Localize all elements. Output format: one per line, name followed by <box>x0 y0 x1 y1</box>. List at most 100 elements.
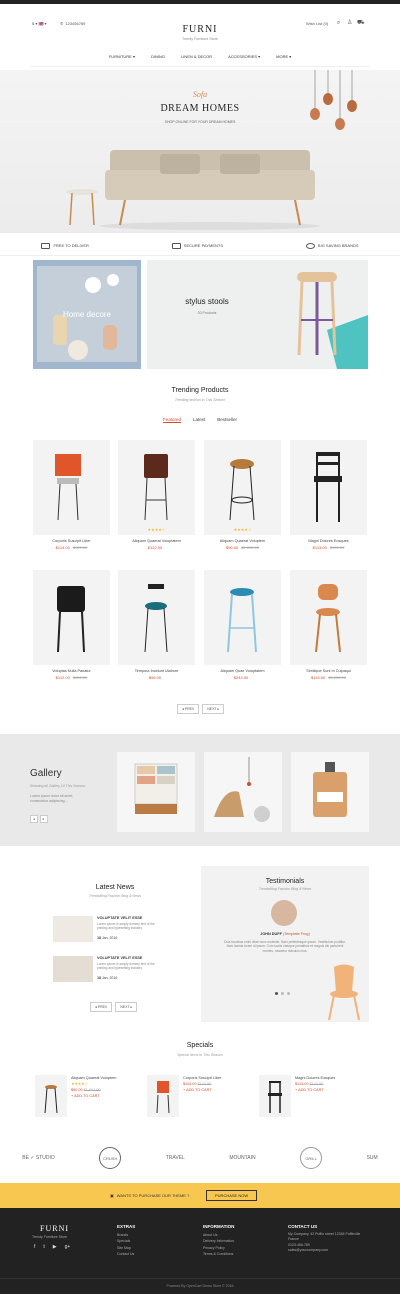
news-subtitle: Trendslifing Fashion Blog & News <box>88 894 142 898</box>
news-title: Latest News <box>95 884 135 891</box>
tab-latest[interactable]: Latest <box>193 417 205 423</box>
news-image[interactable] <box>53 916 93 942</box>
product-image[interactable]: ★★★★☆ <box>118 440 195 535</box>
product-price: $122.00 <box>147 545 163 550</box>
product-card[interactable]: Similique Sunt In Culpaqui $113.00 $1,202… <box>290 570 367 690</box>
special-image[interactable] <box>259 1075 291 1117</box>
product-name[interactable]: Magni Dolores Eosques <box>290 539 367 543</box>
nav-item-accessories[interactable]: ACCESSORIES ▾ <box>228 54 260 62</box>
footer-link[interactable]: Terms & Conditions <box>203 1251 234 1257</box>
brand-logo[interactable]: CRUSH <box>99 1147 122 1169</box>
gallery-image[interactable] <box>117 752 195 832</box>
google-plus-icon[interactable]: g+ <box>65 1244 71 1250</box>
user-icon[interactable]: ♙ <box>347 20 352 27</box>
product-image[interactable] <box>33 440 110 535</box>
product-name[interactable]: Voluptas Nulla Pariatur <box>33 669 110 673</box>
product-image[interactable] <box>118 570 195 665</box>
copyright: Powered By OpenCart Demo Store © 2016 <box>166 1284 234 1288</box>
banner-stools-sub: 20 Products <box>197 311 217 315</box>
news-image[interactable] <box>53 956 93 982</box>
product-card[interactable]: ★★★★☆ Aliquam Quaerat Voluptem $90.00 $1,… <box>204 440 281 560</box>
gallery-image[interactable] <box>204 752 282 832</box>
testimonial-text: Duis faucibus enim vitae nunc molestie. … <box>224 940 346 953</box>
tab-bestseller[interactable]: Bestseller <box>217 417 237 423</box>
nav-item-more[interactable]: MORE ▾ <box>276 54 291 62</box>
gallery-title: Gallery <box>30 768 62 779</box>
footer: FURNI Trendy Furniture Store f t ▶ g+ EX… <box>0 1208 400 1294</box>
product-card[interactable]: Aliquam Quae Voluptatem $242.00 <box>204 570 281 690</box>
product-image[interactable] <box>290 570 367 665</box>
brand-logo[interactable]: SUM <box>367 1155 378 1161</box>
youtube-icon[interactable]: ▶ <box>53 1244 57 1250</box>
special-item[interactable]: Magni Dolores Eosques $113.00 $122.00 + … <box>259 1075 359 1123</box>
news-item[interactable]: VOLUPTATE VELIT ESSE Lorem ipsum is simp… <box>53 916 193 944</box>
special-item[interactable]: Corporis Suscipit Liber $114.00 $122.00 … <box>147 1075 247 1123</box>
hero-banner[interactable]: Sofa DREAM HOMES SHOP ONLINE FOR YOUR DR… <box>0 70 400 233</box>
product-name[interactable]: Aliquam Quae Voluptatem <box>204 669 281 673</box>
next-button[interactable]: NEXT ▸ <box>115 1002 138 1012</box>
chevron-left-icon[interactable]: ◂ <box>30 815 38 823</box>
wishlist-link[interactable]: Wish List (0) <box>306 21 328 27</box>
footer-logo[interactable]: FURNI <box>40 1224 69 1233</box>
brand-logo[interactable]: BE ✓ STUDIO <box>22 1155 55 1161</box>
testimonial-author: JOHN DUFF (Template Frog) <box>260 932 310 936</box>
product-card[interactable]: Magni Dolores Eosques $113.00 $122.00 <box>290 440 367 560</box>
news-item-title[interactable]: VOLUPTATE VELIT ESSE <box>97 916 142 920</box>
carousel-dot[interactable] <box>275 992 278 995</box>
cart-icon[interactable]: ⛟ <box>357 20 365 27</box>
product-card[interactable]: ★★★★☆ Aliquam Quaerat Voluptatem $122.00 <box>118 440 195 560</box>
banner-stools[interactable]: stylus stools 20 Products <box>147 260 368 369</box>
nav-item-dining[interactable]: DINING <box>151 54 165 62</box>
product-name[interactable]: Tempora Incidunt Ulabore <box>118 669 195 673</box>
banner-home-decor-title: Home decore <box>62 310 112 319</box>
news-item-title[interactable]: VOLUPTATE VELIT ESSE <box>97 956 142 960</box>
search-icon[interactable]: ⌕ <box>337 20 340 27</box>
brand-logo[interactable]: GRILL <box>300 1147 323 1169</box>
twitter-icon[interactable]: t <box>43 1244 44 1250</box>
product-card[interactable]: Voluptas Nulla Pariatur $112.00 $122.00 <box>33 570 110 690</box>
product-name[interactable]: Similique Sunt In Culpaqui <box>290 669 367 673</box>
banner-home-decor[interactable]: Home decore <box>33 260 141 369</box>
prev-button[interactable]: ◂ PREV <box>90 1002 113 1012</box>
carousel-dot[interactable] <box>281 992 284 995</box>
add-to-cart-button[interactable]: + ADD TO CART <box>71 1093 135 1099</box>
footer-divider <box>0 1278 400 1279</box>
contact-heading: CONTACT US <box>288 1224 318 1229</box>
footer-link[interactable]: Contact Us <box>117 1251 135 1257</box>
product-price: $114.00 $122.00 <box>55 545 88 550</box>
next-button[interactable]: NEXT ▸ <box>202 704 225 714</box>
special-item[interactable]: Aliquam Quaerat Voluptem ★★★★☆ $90.00 $1… <box>35 1075 135 1123</box>
purchase-now-button[interactable]: PURCHASE NOW <box>206 1190 258 1201</box>
special-image[interactable] <box>35 1075 67 1117</box>
product-card[interactable]: Corporis Suscipit Liber $114.00 $122.00 <box>33 440 110 560</box>
special-image[interactable] <box>147 1075 179 1117</box>
product-name[interactable]: Aliquam Quaerat Voluptatem <box>118 539 195 543</box>
product-image[interactable] <box>33 570 110 665</box>
prev-button[interactable]: ◂ PREV <box>177 704 200 714</box>
nav-item-furniture[interactable]: FURNITURE ▾ <box>109 54 135 62</box>
facebook-icon[interactable]: f <box>34 1244 35 1250</box>
product-name[interactable]: Corporis Suscipit Liber <box>33 539 110 543</box>
product-image[interactable] <box>204 570 281 665</box>
product-name[interactable]: Aliquam Quaerat Voluptem <box>204 539 281 543</box>
product-price: $90.00 $1,002.00 <box>225 545 260 550</box>
tab-featured[interactable]: Featured <box>162 417 181 423</box>
add-to-cart-button[interactable]: + ADD TO CART <box>183 1087 247 1093</box>
feature-delivery: FREE TO DELIVER <box>41 242 89 249</box>
nav-item-linen[interactable]: LINEN & DECOR <box>181 54 212 62</box>
brand-logo[interactable]: TRAVEL <box>166 1155 185 1161</box>
contact-email[interactable]: sales@yourcompany.com <box>288 1248 368 1253</box>
footer-link[interactable]: Delivery Information <box>203 1238 234 1244</box>
testimonials-title: Testimonials <box>265 878 305 885</box>
product-image[interactable] <box>290 440 367 535</box>
gallery-arrows: ◂ ▸ <box>30 815 48 823</box>
carousel-dot[interactable] <box>287 992 290 995</box>
brand-logo[interactable]: MOUNTAIN <box>229 1155 255 1161</box>
news-item[interactable]: VOLUPTATE VELIT ESSE Lorem ipsum is simp… <box>53 956 193 984</box>
testimonials-subtitle: Trendslifing Fashion Blog & News <box>258 887 312 891</box>
product-image[interactable]: ★★★★☆ <box>204 440 281 535</box>
product-card[interactable]: Tempora Incidunt Ulabore $98.00 <box>118 570 195 690</box>
chevron-right-icon[interactable]: ▸ <box>39 815 48 823</box>
gallery-image[interactable] <box>291 752 369 832</box>
add-to-cart-button[interactable]: + ADD TO CART <box>295 1087 359 1093</box>
